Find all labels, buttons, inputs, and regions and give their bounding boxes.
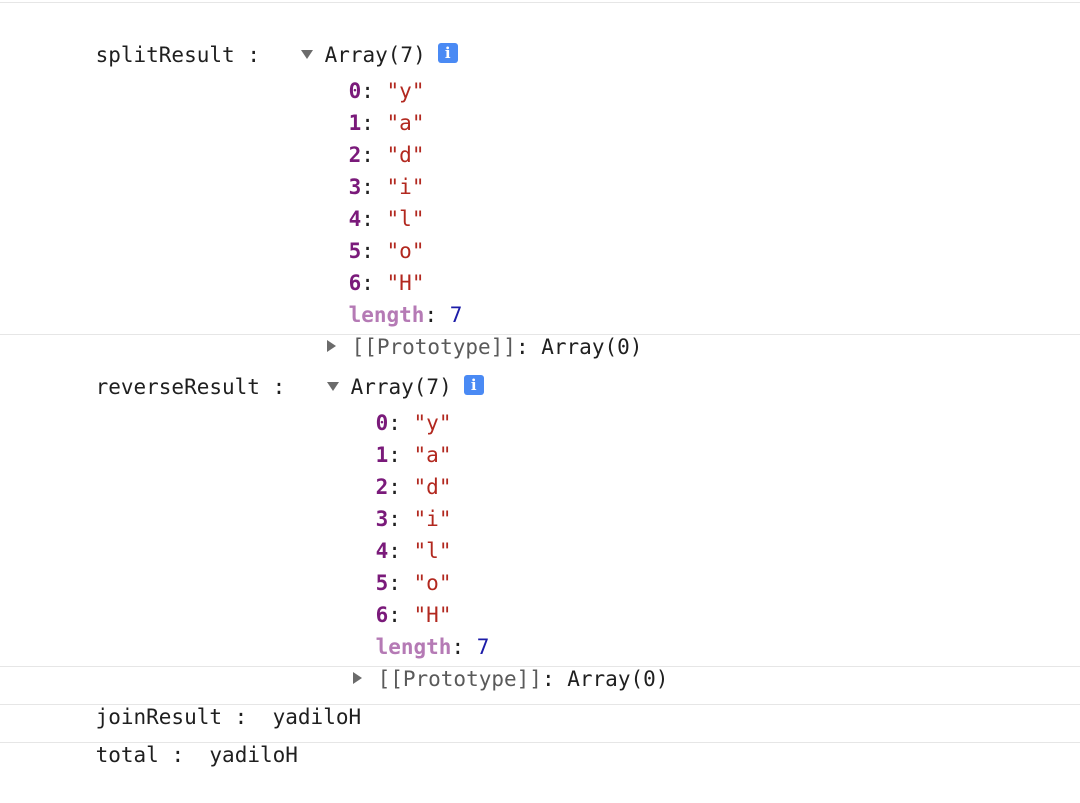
- array-length: length: 7: [375, 635, 490, 659]
- array-item: 2: "d": [375, 475, 452, 499]
- prototype-row[interactable]: [[Prototype]]: Array(0): [302, 631, 668, 691]
- array-item: 4: "l": [375, 539, 452, 563]
- array-length: length: 7: [348, 303, 463, 327]
- array-header[interactable]: Array(7) i: [250, 7, 458, 67]
- log-separator: :: [171, 743, 185, 767]
- array-item: 3: "i": [375, 507, 452, 531]
- array-item: 0: "y": [375, 411, 452, 435]
- console-message-total: total : yadiloH: [0, 705, 1080, 767]
- console-message-join-result: joinResult : yadiloH: [0, 667, 1080, 729]
- array-item: 1: "a": [348, 111, 425, 135]
- log-label: reverseResult: [95, 375, 260, 399]
- log-label-line: joinResult : yadiloH: [45, 669, 362, 729]
- array-item: 2: "d": [348, 143, 425, 167]
- info-icon[interactable]: i: [463, 375, 484, 395]
- log-label: splitResult: [95, 43, 235, 67]
- array-item: 6: "H": [375, 603, 452, 627]
- array-header[interactable]: Array(7) i: [276, 339, 484, 399]
- array-item: 5: "o": [375, 571, 452, 595]
- array-item: 5: "o": [348, 239, 425, 263]
- array-item: 1: "a": [375, 443, 452, 467]
- array-item: 4: "l": [348, 207, 425, 231]
- prototype-row[interactable]: [[Prototype]]: Array(0): [276, 299, 642, 359]
- log-label: total: [95, 743, 159, 767]
- info-icon[interactable]: i: [437, 43, 458, 63]
- console-message-split-result: splitResult : Array(7) i 0: "y" 1: "a" 2:…: [0, 3, 1080, 359]
- log-label-line: total : yadiloH: [45, 707, 298, 767]
- array-item: 0: "y": [348, 79, 425, 103]
- log-label-line: splitResult :: [45, 7, 260, 67]
- log-label-line: reverseResult :: [45, 339, 286, 399]
- console-message-reverse-result: reverseResult : Array(7) i 0: "y" 1: "a" …: [0, 335, 1080, 691]
- array-item: 6: "H": [348, 271, 425, 295]
- log-value: yadiloH: [209, 743, 298, 767]
- array-item: 3: "i": [348, 175, 425, 199]
